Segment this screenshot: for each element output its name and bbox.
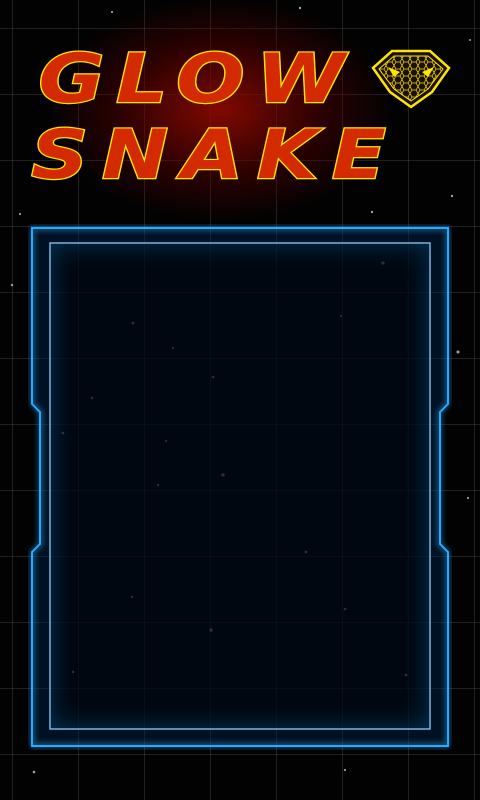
game-screen: GLOW SNAKE [0, 0, 480, 800]
title-line-glow: GLOW [39, 39, 357, 119]
snake-head-icon [371, 49, 451, 109]
game-play-area[interactable] [51, 244, 429, 728]
title-line-snake: SNAKE [31, 116, 399, 194]
